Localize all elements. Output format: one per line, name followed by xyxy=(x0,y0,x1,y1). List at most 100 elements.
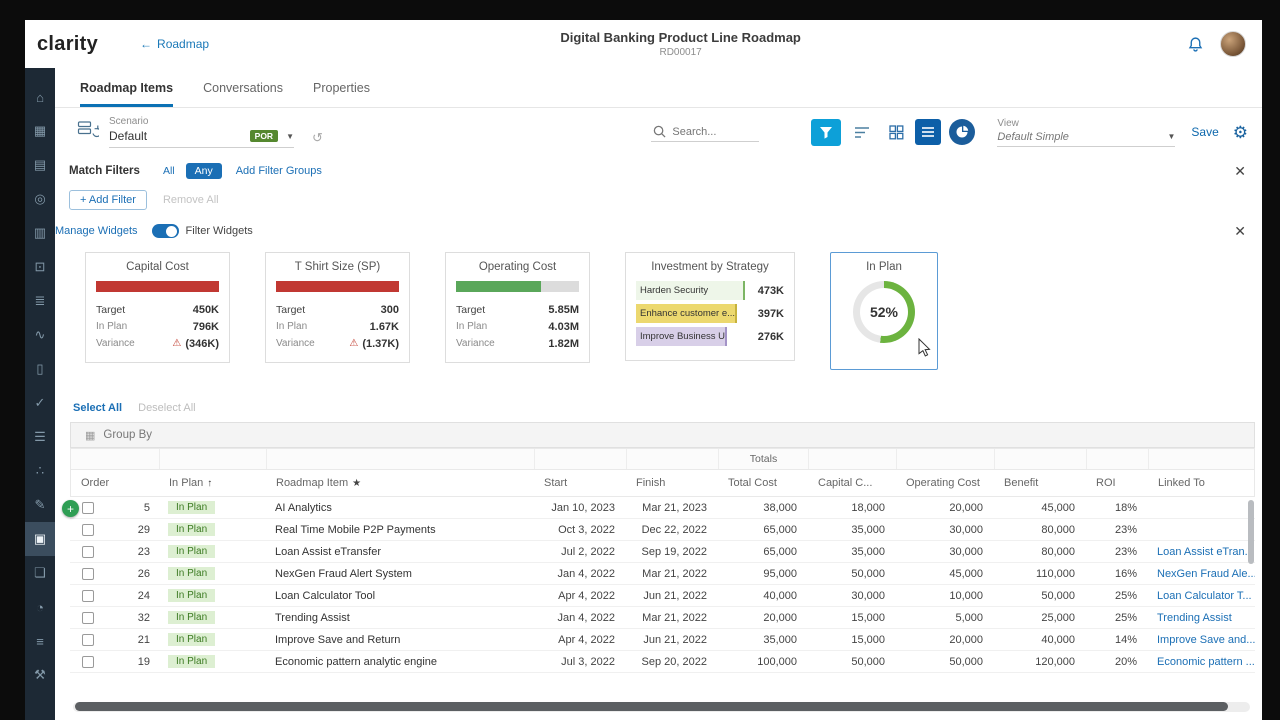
table-row[interactable]: 19In PlanEconomic pattern analytic engin… xyxy=(70,651,1255,673)
scenario-select[interactable]: Scenario Default POR ▼ xyxy=(109,116,294,148)
tab-properties[interactable]: Properties xyxy=(313,81,370,107)
row-checkbox[interactable] xyxy=(82,656,94,668)
close-widgets-icon[interactable]: ✕ xyxy=(1234,224,1246,238)
match-all-option[interactable]: All xyxy=(154,163,184,179)
roadmap-item-name[interactable]: Real Time Mobile P2P Payments xyxy=(265,524,533,536)
table-row[interactable]: 29In PlanReal Time Mobile P2P PaymentsOc… xyxy=(70,519,1255,541)
add-filter-groups-link[interactable]: Add Filter Groups xyxy=(236,165,322,177)
roadmaps-icon: ▣ xyxy=(34,531,46,547)
sidebar-item-resources[interactable]: ∴ xyxy=(25,454,55,488)
roadmap-item-name[interactable]: NexGen Fraud Alert System xyxy=(265,568,533,580)
widget-operating-cost[interactable]: Operating Cost Target5.85MIn Plan4.03MVa… xyxy=(445,252,590,363)
roadmap-item-name[interactable]: Economic pattern analytic engine xyxy=(265,656,533,668)
col-header-operating-cost[interactable]: Operating Cost xyxy=(896,477,994,489)
sidebar-item-lists[interactable]: ≡ xyxy=(25,624,55,658)
vertical-scrollbar[interactable] xyxy=(1248,500,1254,564)
save-button[interactable]: Save xyxy=(1191,125,1218,139)
row-checkbox[interactable] xyxy=(82,546,94,558)
status-cell: In Plan xyxy=(158,633,265,646)
roadmap-item-name[interactable]: AI Analytics xyxy=(265,502,533,514)
table-row[interactable]: 32In PlanTrending AssistJan 4, 2022Mar 2… xyxy=(70,607,1255,629)
roadmap-item-name[interactable]: Improve Save and Return xyxy=(265,634,533,646)
row-checkbox[interactable] xyxy=(82,590,94,602)
linked-to-link[interactable]: Loan Calculator T... xyxy=(1147,590,1255,602)
linked-to-link[interactable]: Trending Assist xyxy=(1147,612,1255,624)
linked-to-link[interactable]: Economic pattern ... xyxy=(1147,656,1255,668)
row-checkbox[interactable] xyxy=(82,612,94,624)
back-link[interactable]: ← Roadmap xyxy=(140,37,209,51)
col-header-finish[interactable]: Finish xyxy=(626,477,718,489)
sidebar-item-tools[interactable]: ⚒ xyxy=(25,658,55,692)
sidebar-item-dashboards[interactable]: ⊡ xyxy=(25,250,55,284)
col-header-order[interactable]: Order xyxy=(71,477,159,489)
roadmap-item-name[interactable]: Loan Calculator Tool xyxy=(265,590,533,602)
widgets-toggle-button[interactable] xyxy=(949,119,975,145)
sidebar-item-roadmaps[interactable]: ▣ xyxy=(25,522,55,556)
table-row[interactable]: 26In PlanNexGen Fraud Alert SystemJan 4,… xyxy=(70,563,1255,585)
sidebar-item-home[interactable]: ⌂ xyxy=(25,80,55,114)
widget-title: Capital Cost xyxy=(96,261,219,273)
sidebar-item-copies[interactable]: ❏ xyxy=(25,556,55,590)
sidebar-item-design[interactable]: ✎ xyxy=(25,488,55,522)
table-row[interactable]: 24In PlanLoan Calculator ToolApr 4, 2022… xyxy=(70,585,1255,607)
match-any-option[interactable]: Any xyxy=(186,163,222,179)
col-header-linked-to[interactable]: Linked To xyxy=(1148,477,1254,489)
tshirt-size-bar xyxy=(276,281,399,292)
view-select[interactable]: View Default Simple ▼ xyxy=(997,118,1175,147)
sidebar-item-checklist[interactable]: ☰ xyxy=(25,420,55,454)
settings-gear-icon[interactable]: ⚙ xyxy=(1233,124,1248,141)
col-header-in-plan[interactable]: In Plan↑ xyxy=(159,477,266,489)
roadmap-item-name[interactable]: Trending Assist xyxy=(265,612,533,624)
user-avatar[interactable] xyxy=(1220,31,1246,57)
row-checkbox[interactable] xyxy=(82,634,94,646)
sidebar-item-boards[interactable]: ▦ xyxy=(25,114,55,148)
toggle-switch[interactable] xyxy=(152,224,179,238)
tab-roadmap-items[interactable]: Roadmap Items xyxy=(80,81,173,107)
row-checkbox[interactable] xyxy=(82,524,94,536)
close-filters-icon[interactable]: ✕ xyxy=(1234,164,1246,178)
widget-investment-by-strategy[interactable]: Investment by Strategy Harden Security47… xyxy=(625,252,795,361)
sidebar-item-team[interactable]: ◔ xyxy=(25,590,55,624)
sidebar-item-trends[interactable]: ∿ xyxy=(25,318,55,352)
row-checkbox[interactable] xyxy=(82,568,94,580)
row-checkbox[interactable] xyxy=(82,502,94,514)
horizontal-scrollbar-thumb[interactable] xyxy=(75,702,1228,711)
display-options-icon[interactable] xyxy=(849,119,875,145)
widget-tshirt[interactable]: T Shirt Size (SP) Target300In Plan1.67KV… xyxy=(265,252,410,363)
manage-widgets-link[interactable]: Manage Widgets xyxy=(55,225,138,237)
sidebar-item-data[interactable]: ≣ xyxy=(25,284,55,318)
reset-scenario-icon[interactable]: ↺ xyxy=(312,130,323,146)
linked-to-link[interactable]: NexGen Fraud Ale... xyxy=(1147,568,1255,580)
table-row[interactable]: 21In PlanImprove Save and ReturnApr 4, 2… xyxy=(70,629,1255,651)
widget-capital-cost[interactable]: Capital Cost Target450KIn Plan796KVarian… xyxy=(85,252,230,363)
table-row[interactable]: 23In PlanLoan Assist eTransferJul 2, 202… xyxy=(70,541,1255,563)
select-all-link[interactable]: Select All xyxy=(73,402,122,414)
sidebar-item-reports[interactable]: ▥ xyxy=(25,216,55,250)
sidebar-item-timelines[interactable]: ▤ xyxy=(25,148,55,182)
sidebar-item-documents[interactable]: ▯ xyxy=(25,352,55,386)
tab-conversations[interactable]: Conversations xyxy=(203,81,283,107)
capital-cost: 15,000 xyxy=(807,634,895,646)
sidebar-item-approvals[interactable]: ✓ xyxy=(25,386,55,420)
group-by-bar[interactable]: ▦ Group By xyxy=(70,422,1255,448)
col-header-roi[interactable]: ROI xyxy=(1086,477,1148,489)
add-item-button[interactable]: + xyxy=(62,500,79,517)
filter-button[interactable] xyxy=(811,119,841,146)
col-header-benefit[interactable]: Benefit xyxy=(994,477,1086,489)
linked-to-link[interactable]: Loan Assist eTran... xyxy=(1147,546,1255,558)
grid-view-button-active[interactable] xyxy=(915,119,941,145)
sidebar-item-ideas[interactable]: ◎ xyxy=(25,182,55,216)
filter-widgets-toggle[interactable]: Filter Widgets xyxy=(152,224,253,238)
notifications-bell-icon[interactable] xyxy=(1187,36,1204,53)
design-icon: ✎ xyxy=(35,497,46,513)
col-header-roadmap-item[interactable]: Roadmap Item★ xyxy=(266,477,534,489)
add-filter-button[interactable]: + Add Filter xyxy=(69,190,147,210)
search-input[interactable] xyxy=(672,126,754,138)
table-row[interactable]: 5In PlanAI AnalyticsJan 10, 2023Mar 21, … xyxy=(70,497,1255,519)
board-view-icon[interactable] xyxy=(883,119,909,145)
roadmap-item-name[interactable]: Loan Assist eTransfer xyxy=(265,546,533,558)
col-header-capital-cost[interactable]: Capital C... xyxy=(808,477,896,489)
linked-to-link[interactable]: Improve Save and... xyxy=(1147,634,1255,646)
col-header-total-cost[interactable]: Total Cost xyxy=(718,477,808,489)
col-header-start[interactable]: Start xyxy=(534,477,626,489)
